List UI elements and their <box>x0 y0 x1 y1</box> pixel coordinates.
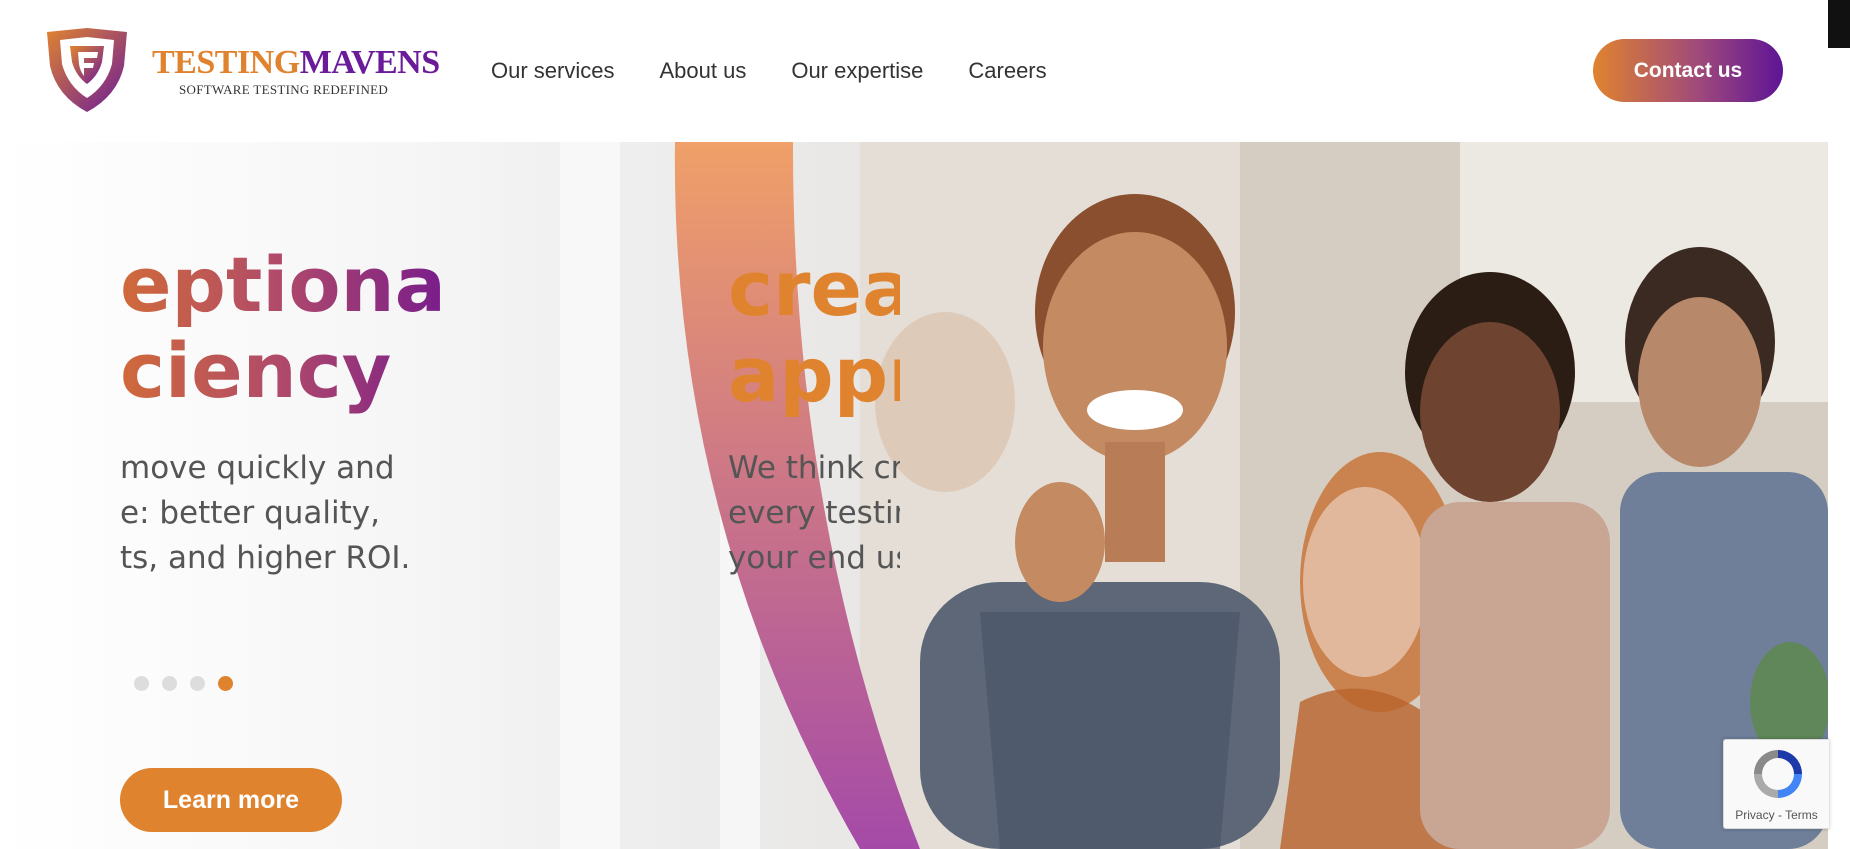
slide-body-right-line1: We think cre <box>728 450 900 486</box>
carousel-dot-4[interactable] <box>218 676 233 691</box>
brand-logo[interactable]: TESTINGMAVENS SOFTWARE TESTING REDEFINED <box>42 26 442 116</box>
recaptcha-privacy-link[interactable]: Privacy <box>1735 808 1774 822</box>
site-header: TESTINGMAVENS SOFTWARE TESTING REDEFINED… <box>0 0 1828 142</box>
carousel-dot-3[interactable] <box>190 676 205 691</box>
nav-about-us[interactable]: About us <box>659 58 746 84</box>
carousel-dot-2[interactable] <box>162 676 177 691</box>
slide-title-right-line1: crea <box>728 246 900 333</box>
nav-our-expertise[interactable]: Our expertise <box>791 58 923 84</box>
slide-title-right-line2: appr <box>728 330 900 418</box>
scrollbar-thumb[interactable] <box>1828 0 1850 48</box>
slide-body-left-line2: e: better quality, <box>120 495 381 531</box>
slide-body-left: move quickly and e: better quality, ts, … <box>120 446 420 581</box>
main-nav: Our services About us Our expertise Care… <box>491 58 1092 84</box>
team-photo-illustration <box>860 142 1828 849</box>
slide-body-right-line3: your end us <box>728 540 900 576</box>
nav-our-services[interactable]: Our services <box>491 58 614 84</box>
brand-tagline: SOFTWARE TESTING REDEFINED <box>179 82 389 97</box>
recaptcha-badge[interactable]: Privacy - Terms <box>1723 739 1829 829</box>
brand-word-testing: TESTING <box>152 44 300 81</box>
brand-wordmark: TESTINGMAVENS <box>152 44 440 82</box>
recaptcha-icon <box>1754 750 1802 798</box>
hero-carousel: eptional ciency move quickly and e: bett… <box>0 142 1828 849</box>
recaptcha-terms-link[interactable]: Terms <box>1785 808 1818 822</box>
learn-more-button[interactable]: Learn more <box>120 768 342 832</box>
contact-us-button[interactable]: Contact us <box>1593 39 1783 102</box>
slide-title-left-line2: ciency <box>120 328 440 414</box>
background-window-pane <box>560 142 620 849</box>
slide-body-right-line2: every testing <box>728 495 900 531</box>
slide-body-left-line1: move quickly and <box>120 450 395 486</box>
carousel-dot-1[interactable] <box>134 676 149 691</box>
slide-body-right: We think cre every testing your end us <box>728 446 900 581</box>
brand-word-mavens: MAVENS <box>299 44 440 81</box>
slide-title-left-line1: eptional <box>120 242 440 329</box>
shield-logo-icon <box>47 28 127 112</box>
recaptcha-separator: - <box>1774 808 1786 822</box>
slide-title-right: crea appr <box>728 246 900 418</box>
hero-photo-team <box>860 142 1828 849</box>
slide-title-left: eptional ciency <box>120 242 440 414</box>
nav-careers[interactable]: Careers <box>968 58 1046 84</box>
slide-body-left-line3: ts, and higher ROI. <box>120 540 411 576</box>
carousel-dots <box>134 676 233 691</box>
recaptcha-links: Privacy - Terms <box>1724 808 1829 822</box>
